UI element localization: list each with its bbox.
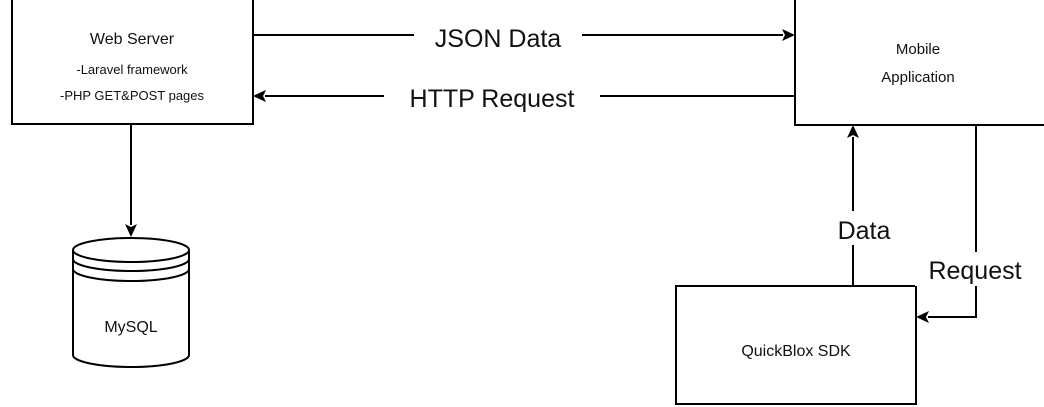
request-label: Request xyxy=(928,257,1021,285)
quickblox-sdk-label: QuickBlox SDK xyxy=(741,343,851,360)
data-arrow: Data xyxy=(828,125,898,286)
mysql-cylinder-top xyxy=(72,237,190,263)
http-request-arrow: HTTP Request xyxy=(253,80,795,113)
server-to-mysql-arrowhead xyxy=(125,224,137,237)
mysql-node: MySQL xyxy=(72,237,190,368)
server-to-mysql-arrow xyxy=(125,124,137,237)
mysql-label: MySQL xyxy=(104,319,157,336)
web-server-detail-1: -Laravel framework xyxy=(76,62,188,77)
quickblox-sdk-node: QuickBlox SDK xyxy=(675,285,917,405)
json-data-arrowhead xyxy=(782,29,795,41)
http-request-arrowhead xyxy=(253,90,266,102)
web-server-node: Web Server -Laravel framework -PHP GET&P… xyxy=(11,0,254,125)
http-request-label: HTTP Request xyxy=(410,85,575,113)
request-line xyxy=(928,125,977,318)
architecture-diagram: Web Server -Laravel framework -PHP GET&P… xyxy=(11,0,1044,405)
request-arrow: Request xyxy=(915,125,1037,323)
json-data-label: JSON Data xyxy=(435,25,562,53)
mobile-application-label-1: Mobile xyxy=(896,41,940,58)
web-server-title: Web Server xyxy=(90,31,175,48)
json-data-arrow: JSON Data xyxy=(253,20,795,53)
web-server-detail-2: -PHP GET&POST pages xyxy=(60,88,205,103)
mobile-application-box xyxy=(794,0,1044,126)
request-arrowhead xyxy=(916,311,929,323)
data-arrowhead xyxy=(847,125,859,138)
data-label: Data xyxy=(838,217,891,245)
mobile-application-node: Mobile Application xyxy=(794,0,1044,126)
mobile-application-label-2: Application xyxy=(881,69,954,86)
